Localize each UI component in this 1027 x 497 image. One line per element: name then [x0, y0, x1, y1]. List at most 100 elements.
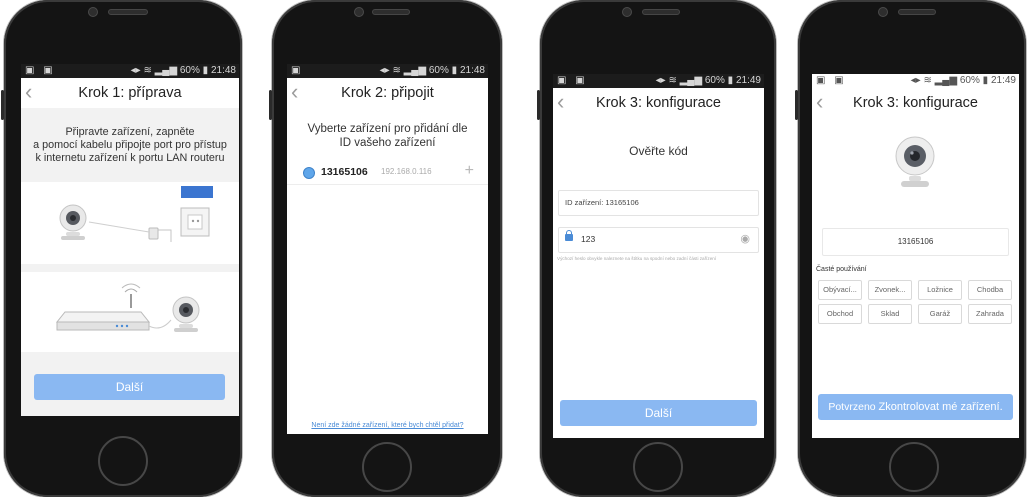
next-button[interactable]: Další: [34, 374, 225, 400]
code-field[interactable]: 123 ◉: [558, 227, 759, 253]
no-device-link[interactable]: Není zde žádné zařízení, které bych chtě…: [287, 422, 488, 429]
earpiece-speaker: [898, 9, 936, 15]
tag-bedroom[interactable]: Ložnice: [918, 280, 962, 300]
nav-bar: ‹ Krok 1: příprava: [21, 78, 239, 108]
router-camera-illustration: [21, 272, 239, 352]
verify-heading: Ověřte kód: [629, 144, 688, 158]
lock-icon: [565, 234, 573, 241]
screen-step-3-code: ▣ ▣ ◂▸ ≋ ▂▄▆ 60% ▮ 21:49 ‹ Krok 3: konfi…: [553, 74, 764, 438]
camera-plug-icon: [59, 186, 213, 242]
battery-level: 60%: [179, 65, 200, 76]
confirm-label: Potvrzeno: [828, 401, 876, 413]
instruction-line: k internetu zařízení k portu LAN routeru: [35, 152, 225, 164]
subtitle: Vyberte zařízení pro přidání dle ID vaše…: [287, 122, 488, 150]
home-button[interactable]: [98, 436, 148, 486]
code-hint: Výchozí heslo obvykle naleznete na štítk…: [557, 256, 717, 261]
camera-outlet-illustration: [21, 182, 239, 264]
status-right: ◂▸ ≋ ▂▄▆ 60% ▮ 21:48: [380, 65, 485, 76]
volume-button: [269, 90, 272, 120]
status-right: ◂▸ ≋ ▂▄▆ 60% ▮ 21:49: [911, 75, 1016, 86]
code-input[interactable]: 123: [581, 234, 595, 244]
battery-level: 60%: [959, 75, 980, 86]
home-button[interactable]: [362, 442, 412, 492]
clock: 21:49: [735, 75, 761, 86]
earpiece-speaker: [372, 9, 410, 15]
device-ip: 192.168.0.116: [381, 167, 432, 176]
camera-icon: [895, 136, 935, 187]
volume-button: [1, 90, 4, 120]
status-bar: ▣ ▣ ◂▸ ≋ ▂▄▆ 60% ▮ 21:49: [553, 74, 764, 88]
clock: 21:48: [459, 65, 485, 76]
page-title: Krok 2: připojit: [341, 85, 434, 101]
front-camera: [354, 7, 364, 17]
tag-doorbell[interactable]: Zvonek...: [868, 280, 912, 300]
nav-bar: ‹ Krok 3: konfigurace: [812, 88, 1019, 118]
status-right: ◂▸ ≋ ▂▄▆ 60% ▮ 21:48: [131, 65, 236, 76]
tag-garage[interactable]: Garáž: [918, 304, 962, 324]
lock-shackle-icon: [566, 230, 572, 235]
notification-icons: ▣ ▣: [25, 65, 56, 76]
page-title: Krok 3: konfigurace: [596, 95, 721, 111]
tag-garden[interactable]: Zahrada: [968, 304, 1012, 324]
earpiece-speaker: [642, 9, 680, 15]
device-id-label: ID zařízení: 13165106: [565, 198, 639, 207]
signal-icon: ◂▸ ≋ ▂▄▆: [655, 75, 703, 86]
content: 13165106 Časté používání Obývací... Zvon…: [812, 118, 1019, 438]
battery-level: 60%: [704, 75, 725, 86]
device-list-item[interactable]: 13165106 192.168.0.116 +: [287, 162, 488, 185]
battery-icon: ▮: [727, 75, 734, 86]
subtitle-line: Vyberte zařízení pro přidání dle: [307, 123, 468, 135]
device-name-input[interactable]: 13165106: [823, 237, 1008, 246]
phone-3: ▣ ▣ ◂▸ ≋ ▂▄▆ 60% ▮ 21:49 ‹ Krok 3: konfi…: [537, 0, 776, 497]
device-status-icon: [303, 167, 315, 179]
clock: 21:48: [210, 65, 236, 76]
tag-hallway[interactable]: Chodba: [968, 280, 1012, 300]
battery-icon: ▮: [982, 75, 989, 86]
device-id: 13165106: [321, 166, 368, 178]
device-name-field[interactable]: 13165106: [822, 228, 1009, 256]
status-bar: ▣ ▣ ◂▸ ≋ ▂▄▆ 60% ▮ 21:48: [21, 64, 239, 78]
plus-icon[interactable]: +: [465, 162, 474, 180]
tag-living-room[interactable]: Obývací...: [818, 280, 862, 300]
screen-step-3-name: ▣ ▣ ◂▸ ≋ ▂▄▆ 60% ▮ 21:49 ‹ Krok 3: konfi…: [812, 74, 1019, 438]
volume-button: [795, 90, 798, 120]
frequent-label: Časté používání: [816, 266, 867, 273]
status-right: ◂▸ ≋ ▂▄▆ 60% ▮ 21:49: [656, 75, 761, 86]
router-icon: [55, 283, 200, 332]
screen-step-1: ▣ ▣ ◂▸ ≋ ▂▄▆ 60% ▮ 21:48 ‹ Krok 1: přípr…: [21, 64, 239, 416]
subtitle-line: ID vašeho zařízení: [339, 137, 436, 149]
device-id-field: ID zařízení: 13165106: [558, 190, 759, 216]
instruction-line: Připravte zařízení, zapněte: [65, 126, 195, 138]
phone-4: ▣ ▣ ◂▸ ≋ ▂▄▆ 60% ▮ 21:49 ‹ Krok 3: konfi…: [795, 0, 1026, 497]
instruction-line: a pomocí kabelu připojte port pro přístu…: [33, 139, 227, 151]
eye-icon[interactable]: ◉: [740, 232, 750, 245]
tag-storage[interactable]: Sklad: [868, 304, 912, 324]
check-device-label: Zkontrolovat mé zařízení.: [878, 401, 1003, 413]
signal-icon: ◂▸ ≋ ▂▄▆: [910, 75, 958, 86]
tag-shop[interactable]: Obchod: [818, 304, 862, 324]
front-camera: [88, 7, 98, 17]
screen-step-2: ▣ ◂▸ ≋ ▂▄▆ 60% ▮ 21:48 ‹ Krok 2: připoji…: [287, 64, 488, 434]
home-button[interactable]: [633, 442, 683, 492]
status-bar: ▣ ◂▸ ≋ ▂▄▆ 60% ▮ 21:48: [287, 64, 488, 78]
content: Připravte zařízení, zapněte a pomocí kab…: [21, 108, 239, 416]
confirm-button[interactable]: Potvrzeno Zkontrolovat mé zařízení.: [818, 394, 1013, 420]
nav-bar: ‹ Krok 2: připojit: [287, 78, 488, 108]
notification-icons: ▣ ▣: [816, 75, 847, 86]
front-camera: [622, 7, 632, 17]
nav-bar: ‹ Krok 3: konfigurace: [553, 88, 764, 118]
page-title: Krok 1: příprava: [78, 85, 182, 101]
front-camera: [878, 7, 888, 17]
next-button[interactable]: Další: [560, 400, 757, 426]
home-button[interactable]: [889, 442, 939, 492]
volume-button: [537, 90, 540, 120]
battery-icon: ▮: [202, 65, 209, 76]
phone-1: ▣ ▣ ◂▸ ≋ ▂▄▆ 60% ▮ 21:48 ‹ Krok 1: přípr…: [1, 0, 242, 497]
instructions: Připravte zařízení, zapněte a pomocí kab…: [21, 126, 239, 165]
notification-icons: ▣ ▣: [557, 75, 588, 86]
signal-icon: ◂▸ ≋ ▂▄▆: [379, 65, 427, 76]
notification-icons: ▣: [291, 65, 304, 76]
status-bar: ▣ ▣ ◂▸ ≋ ▂▄▆ 60% ▮ 21:49: [812, 74, 1019, 88]
signal-icon: ◂▸ ≋ ▂▄▆: [130, 65, 178, 76]
phone-2: ▣ ◂▸ ≋ ▂▄▆ 60% ▮ 21:48 ‹ Krok 2: připoji…: [269, 0, 502, 497]
